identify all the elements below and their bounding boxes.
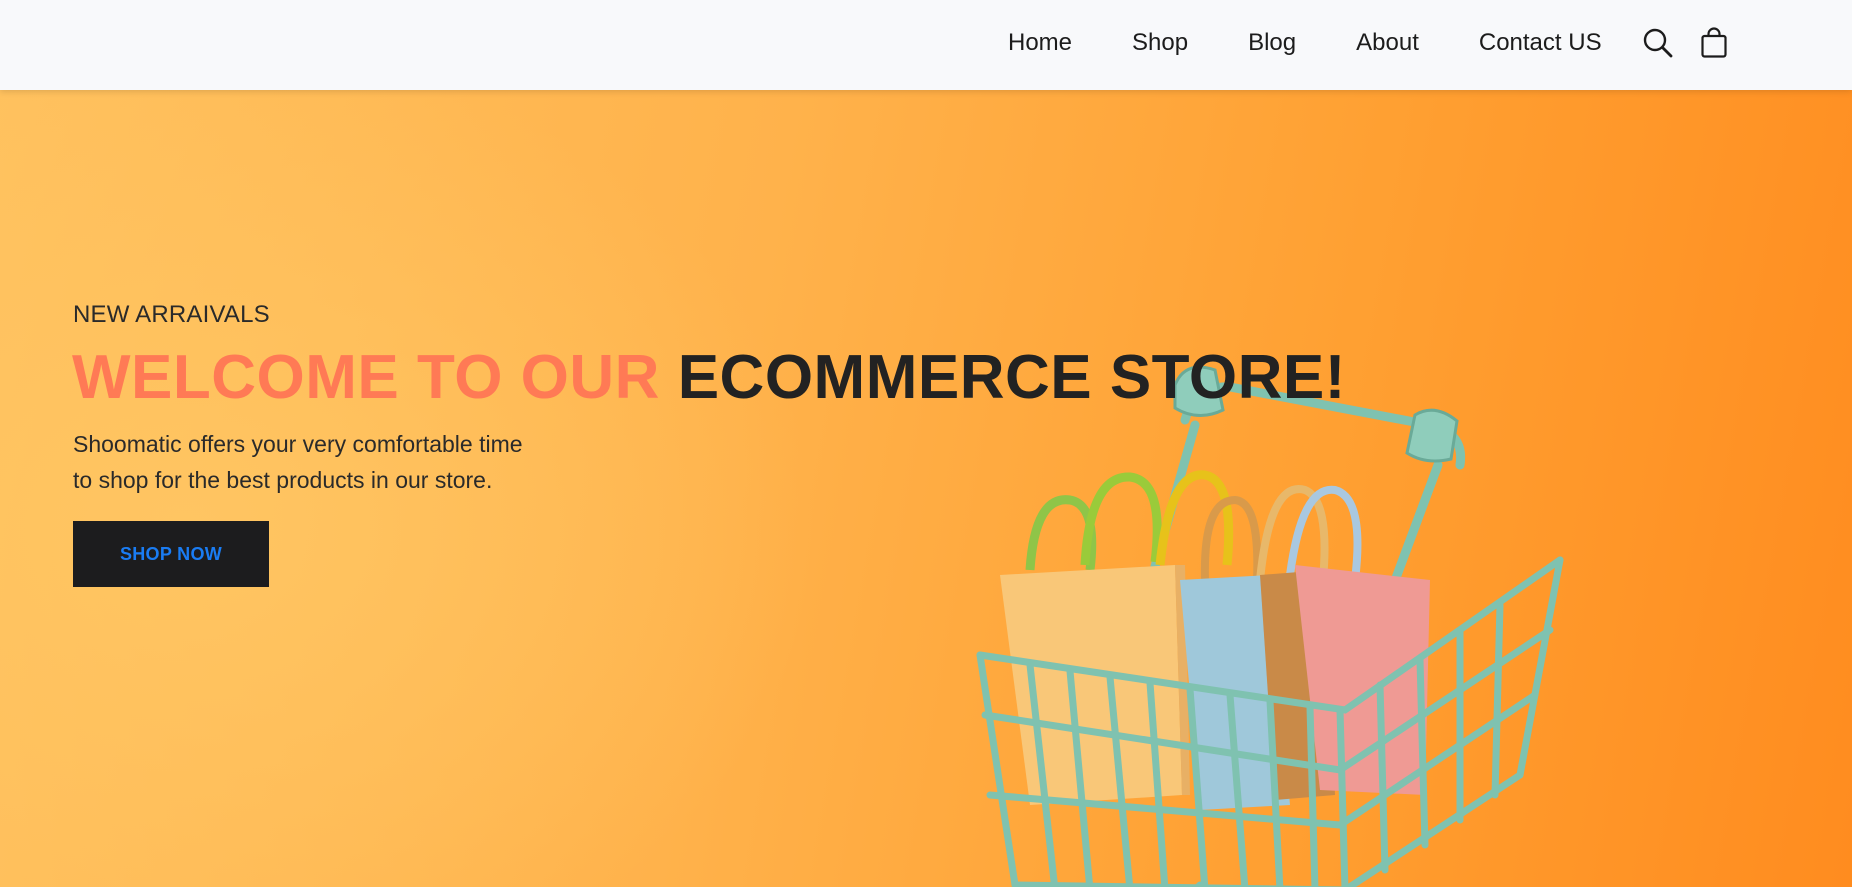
headline-dark: ECOMMERCE STORE! <box>677 343 1346 412</box>
nav-link-home[interactable]: Home <box>1008 28 1072 58</box>
hero-banner: NEW ARRAIVALS WELCOME TO OUR ECOMMERCE S… <box>0 90 1852 887</box>
shop-now-button[interactable]: SHOP NOW <box>73 521 269 587</box>
hero-headline: WELCOME TO OUR ECOMMERCE STORE! <box>72 342 1346 414</box>
main-nav: Home Shop Blog About Contact US <box>1008 26 1730 60</box>
hero-description-line-1: Shoomatic offers your very comfortable t… <box>73 431 523 457</box>
top-navbar: Home Shop Blog About Contact US <box>0 0 1852 90</box>
nav-link-about[interactable]: About <box>1356 28 1419 58</box>
shopping-bag-icon[interactable] <box>1698 26 1730 60</box>
new-arrivals-label: NEW ARRAIVALS <box>73 301 270 328</box>
hero-description: Shoomatic offers your very comfortable t… <box>73 426 633 498</box>
search-icon[interactable] <box>1642 26 1674 60</box>
hero-description-line-2: to shop for the best products in our sto… <box>73 467 493 493</box>
nav-link-blog[interactable]: Blog <box>1248 28 1296 58</box>
nav-link-shop[interactable]: Shop <box>1132 28 1188 58</box>
nav-link-contact[interactable]: Contact US <box>1479 28 1602 58</box>
headline-accent: WELCOME TO OUR <box>72 343 660 412</box>
